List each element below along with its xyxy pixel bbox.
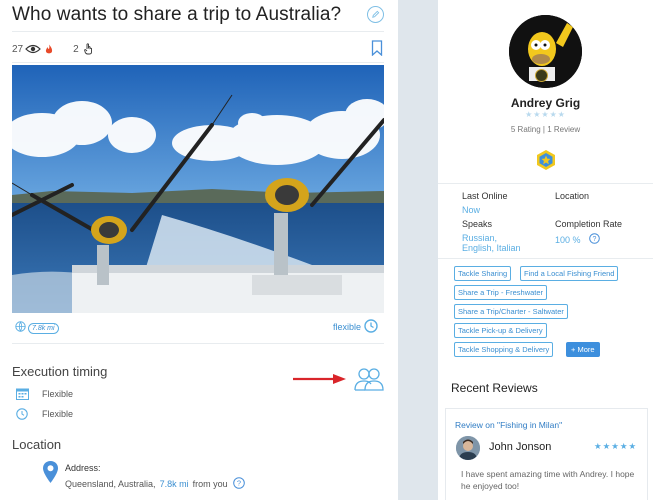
group-users-icon[interactable]	[353, 365, 385, 398]
execution-time-row: Flexible	[16, 408, 73, 420]
fire-icon	[45, 44, 53, 55]
tag-find-local-fishing-friend[interactable]: Find a Local Fishing Friend	[520, 266, 619, 281]
address-label: Address:	[65, 463, 101, 473]
red-arrow-annotation	[293, 372, 347, 390]
recent-reviews-heading: Recent Reviews	[451, 381, 538, 395]
star-badge-icon	[535, 149, 557, 176]
distance-link[interactable]: 7.8k mi	[160, 479, 189, 489]
address-line: Queensland, Australia, 7.8k mi from you …	[65, 477, 245, 491]
listing-stats: 27 2	[12, 41, 93, 57]
likes-count: 2	[73, 43, 79, 55]
last-online-value: Now	[462, 205, 481, 215]
execution-timing-heading: Execution timing	[12, 364, 108, 379]
speaks-label: Speaks	[462, 219, 493, 229]
svg-text:?: ?	[592, 236, 596, 243]
review-card: Review on "Fishing in Milan" John Jonson…	[445, 408, 648, 500]
last-online-label: Last Online	[462, 191, 508, 201]
eye-icon	[25, 44, 41, 54]
more-tags-button[interactable]: + More	[566, 342, 600, 357]
distance-suffix: from you	[192, 479, 228, 489]
execution-date-row: Flexible	[16, 388, 73, 400]
divider	[12, 62, 384, 63]
flexible-label: flexible	[333, 322, 362, 332]
views-count: 27	[12, 43, 24, 55]
tag-share-trip-saltwater[interactable]: Share a Trip/Charter - Saltwater	[454, 304, 568, 319]
review-stars: ★★★★★	[594, 441, 638, 451]
execution-date-value: Flexible	[42, 389, 74, 399]
distance-badge: 7.8k mi	[15, 319, 59, 337]
pencil-icon	[371, 6, 380, 24]
tag-tackle-pickup-delivery[interactable]: Tackle Pick-up & Delivery	[454, 323, 547, 338]
distance-value: 7.8k mi	[28, 322, 59, 334]
tag-tackle-sharing[interactable]: Tackle Sharing	[454, 266, 512, 281]
rating-summary[interactable]: 5 Rating | 1 Review	[438, 125, 653, 134]
avatar-badge-icon	[535, 69, 548, 82]
divider	[12, 31, 384, 32]
location-label: Location	[555, 191, 590, 201]
tag-share-trip-freshwater[interactable]: Share a Trip - Freshwater	[454, 285, 548, 300]
clock-icon	[16, 408, 32, 420]
review-title[interactable]: Review on "Fishing in Milan"	[455, 420, 562, 430]
profile-sidebar: Andrey Grig ★★★★★ 5 Rating | 1 Review La…	[438, 0, 653, 500]
completion-rate: 100 % ?	[555, 233, 608, 246]
location-heading: Location	[12, 437, 62, 452]
globe-icon	[15, 319, 26, 337]
help-icon[interactable]: ?	[232, 477, 245, 491]
flexible-indicator: flexible	[333, 319, 381, 335]
execution-time-value: Flexible	[42, 409, 74, 419]
divider	[438, 258, 653, 259]
clock-icon	[364, 319, 378, 335]
profile-stars: ★★★★★	[525, 110, 566, 119]
speaks-value-line2: English, Italian	[462, 243, 521, 253]
tag-tackle-shopping-delivery[interactable]: Tackle Shopping & Delivery	[454, 342, 554, 357]
completion-rate-label: Completion Rate	[555, 219, 623, 229]
calendar-icon	[16, 388, 32, 400]
divider	[438, 183, 653, 184]
reviewer-avatar[interactable]	[456, 436, 480, 460]
divider	[12, 343, 384, 344]
bookmark-icon[interactable]	[371, 40, 383, 61]
address-text: Queensland, Australia,	[65, 479, 156, 489]
svg-text:?: ?	[237, 479, 241, 488]
help-icon[interactable]: ?	[588, 233, 600, 246]
listing-card: Who wants to share a trip to Australia? …	[0, 0, 398, 500]
hand-pointer-icon[interactable]	[83, 43, 93, 55]
reviewer-name: John Jonson	[489, 441, 552, 453]
edit-button[interactable]	[367, 6, 384, 23]
profile-name: Andrey Grig	[510, 96, 581, 110]
listing-photo[interactable]	[12, 65, 384, 313]
review-text: I have spent amazing time with Andrey. I…	[461, 469, 635, 491]
completion-rate-value: 100 %	[555, 234, 581, 245]
speaks-value-line1: Russian,	[462, 233, 498, 243]
listing-title: Who wants to share a trip to Australia?	[12, 4, 342, 25]
map-pin-icon	[42, 460, 59, 489]
